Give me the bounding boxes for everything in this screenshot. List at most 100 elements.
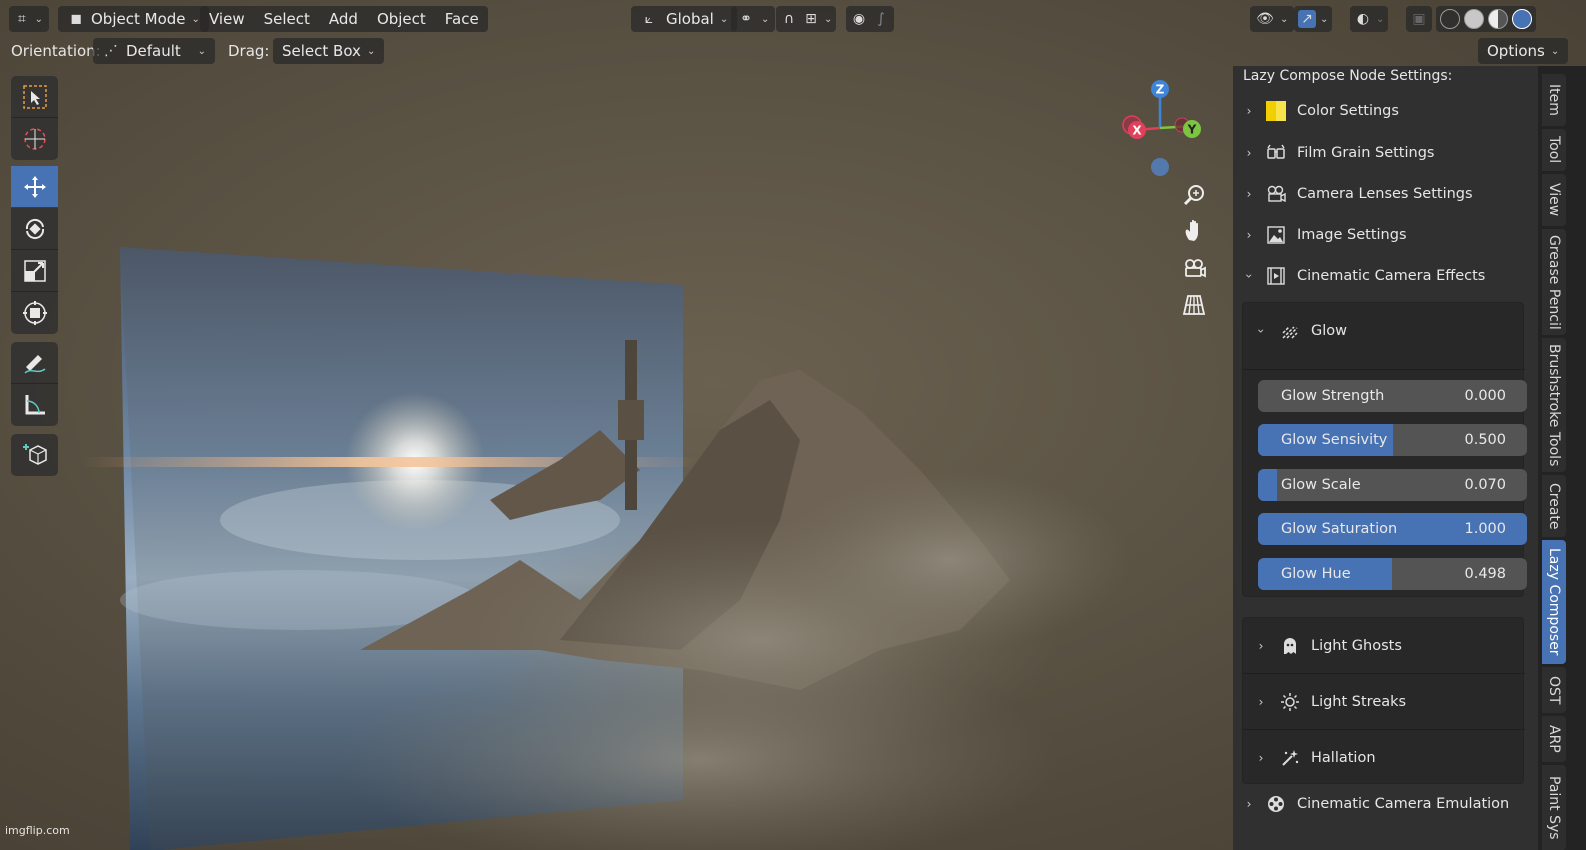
zoom-magnifier-icon: [1183, 185, 1204, 206]
drag-select[interactable]: Select Box ⌄: [273, 38, 385, 64]
overlays-icon[interactable]: ◐: [1354, 10, 1372, 28]
transform-icon: [22, 301, 47, 325]
glow-strength-slider[interactable]: Glow Strength 0.000: [1258, 380, 1527, 412]
navigation-gizmo[interactable]: Z X Y: [1112, 76, 1208, 180]
cursor-icon: [23, 128, 46, 150]
sidebar-tabs: Item Tool View Grease Pencil Brushstroke…: [1538, 66, 1586, 850]
gizmo-toggle: ↗ ⌄: [1294, 6, 1333, 32]
menu-object[interactable]: Object: [368, 6, 435, 32]
chevron-down-icon: ⌄: [197, 45, 206, 57]
menu-view[interactable]: View: [200, 6, 254, 32]
wireframe-shading-icon[interactable]: [1440, 9, 1460, 29]
tab-paint-sys[interactable]: Paint Sys: [1542, 765, 1566, 850]
measure-tool[interactable]: [11, 384, 58, 426]
tab-brushstroke-tools[interactable]: Brushstroke Tools: [1542, 338, 1566, 472]
tab-ost[interactable]: OST: [1542, 667, 1566, 713]
section-camera-lenses-settings[interactable]: › Camera Lenses Settings: [1233, 177, 1538, 211]
object-mode-icon: ◼: [70, 11, 82, 27]
section-light-streaks[interactable]: › Light Streaks: [1243, 674, 1525, 730]
section-image-settings[interactable]: › Image Settings: [1233, 218, 1538, 252]
rotate-tool[interactable]: [11, 208, 58, 250]
slider-fill: [1258, 469, 1277, 501]
section-cinematic-camera-effects[interactable]: › Cinematic Camera Effects: [1233, 259, 1538, 293]
rendered-shading-icon[interactable]: [1512, 9, 1532, 29]
sun-icon: [1279, 691, 1301, 713]
chevron-right-icon: ›: [1258, 695, 1264, 709]
zoom-button[interactable]: [1178, 179, 1210, 211]
orientation-icon: ⋰: [104, 43, 118, 59]
move-icon: [23, 175, 46, 198]
chevron-down-icon[interactable]: ⌄: [824, 14, 832, 25]
chevron-down-icon[interactable]: ⌄: [1376, 14, 1384, 25]
orientation-value: Default: [126, 42, 181, 60]
sidebar-panel: Lazy Compose Node Settings: › Color Sett…: [1233, 66, 1538, 850]
move-tool[interactable]: [11, 166, 58, 208]
xray-icon[interactable]: ▣: [1410, 10, 1428, 28]
material-preview-icon[interactable]: [1488, 9, 1508, 29]
snap-increment-icon[interactable]: ⊞: [802, 10, 820, 28]
viewport-header: ⌗ ⌄ ◼ Object Mode ⌄ View Select Add Objec…: [0, 4, 1586, 34]
magnet-icon[interactable]: ∩: [780, 10, 798, 28]
tab-arp[interactable]: ARP: [1542, 716, 1566, 762]
pan-button[interactable]: [1178, 215, 1210, 247]
tab-label: ARP: [1546, 725, 1562, 753]
tool-settings-bar: Orientation: ⋰ Default ⌄ Drag: Select Bo…: [0, 36, 1586, 66]
perspective-toggle-button[interactable]: [1178, 289, 1210, 321]
panel-title: Lazy Compose Node Settings:: [1243, 68, 1453, 84]
glow-header[interactable]: › Glow: [1243, 303, 1525, 359]
rotate-icon: [25, 218, 44, 239]
scale-tool[interactable]: [11, 250, 58, 292]
tab-view[interactable]: View: [1542, 174, 1566, 226]
chevron-down-icon: ⌄: [34, 13, 43, 25]
separator: [1243, 369, 1525, 370]
annotate-tool[interactable]: [11, 342, 58, 384]
cursor-tool[interactable]: [11, 118, 58, 160]
editor-type-button[interactable]: ⌗ ⌄: [9, 6, 49, 32]
menu-face[interactable]: Face: [436, 6, 488, 32]
chevron-down-icon: ⌄: [366, 45, 376, 57]
section-film-grain-settings[interactable]: › Film Grain Settings: [1233, 136, 1538, 170]
chevron-down-icon: ›: [1242, 273, 1256, 279]
menu-select[interactable]: Select: [255, 6, 319, 32]
tab-label: Tool: [1546, 136, 1562, 164]
glow-saturation-slider[interactable]: Glow Saturation 1.000: [1258, 513, 1527, 545]
slider-name: Glow Strength: [1281, 388, 1385, 404]
eye-icon: 👁: [1256, 11, 1274, 27]
snap-controls: ∩ ⊞ ⌄: [776, 6, 837, 32]
glow-sensivity-slider[interactable]: Glow Sensivity 0.500: [1258, 424, 1527, 456]
tab-create[interactable]: Create: [1542, 475, 1566, 537]
chevron-down-icon[interactable]: ⌄: [1320, 14, 1328, 25]
options-button[interactable]: Options ⌄: [1478, 38, 1569, 64]
tab-label: Item: [1546, 84, 1562, 116]
section-color-settings[interactable]: › Color Settings: [1233, 94, 1538, 128]
slider-value: 0.500: [1464, 432, 1506, 448]
chevron-down-icon: ⌄: [191, 13, 200, 25]
tab-lazy-composer[interactable]: Lazy Composer: [1542, 540, 1566, 664]
visibility-button[interactable]: 👁 ⌄: [1250, 6, 1295, 32]
glow-label: Glow: [1311, 323, 1347, 339]
section-light-ghosts[interactable]: › Light Ghosts: [1243, 618, 1525, 674]
slider-value: 0.000: [1464, 388, 1506, 404]
gizmo-icon[interactable]: ↗: [1298, 10, 1316, 28]
orientation-select[interactable]: ⋰ Default ⌄: [93, 38, 215, 64]
menu-add[interactable]: Add: [320, 6, 367, 32]
pivot-point-button[interactable]: ⚭ ⌄: [731, 6, 776, 32]
select-box-tool[interactable]: [11, 76, 58, 118]
add-cube-tool[interactable]: [11, 434, 58, 476]
tab-item[interactable]: Item: [1542, 74, 1566, 126]
camera-view-button[interactable]: [1178, 252, 1210, 284]
tab-grease-pencil[interactable]: Grease Pencil: [1542, 229, 1566, 335]
chevron-down-icon: ⌄: [719, 13, 729, 25]
section-hallation[interactable]: › Hallation: [1243, 730, 1525, 786]
tab-tool[interactable]: Tool: [1542, 129, 1566, 171]
transform-orientation-select[interactable]: ⟀ Global ⌄: [631, 6, 738, 32]
solid-shading-icon[interactable]: [1464, 9, 1484, 29]
glow-hue-slider[interactable]: Glow Hue 0.498: [1258, 558, 1527, 590]
glow-scale-slider[interactable]: Glow Scale 0.070: [1258, 469, 1527, 501]
proportional-editing-icon[interactable]: ◉: [850, 10, 868, 28]
slider-name: Glow Scale: [1281, 477, 1361, 493]
section-cinematic-camera-emulation[interactable]: › Cinematic Camera Emulation: [1233, 787, 1538, 821]
transform-tool[interactable]: [11, 292, 58, 334]
falloff-curve-icon[interactable]: ∫: [872, 10, 890, 28]
mode-select[interactable]: ◼ Object Mode ⌄: [58, 6, 209, 32]
